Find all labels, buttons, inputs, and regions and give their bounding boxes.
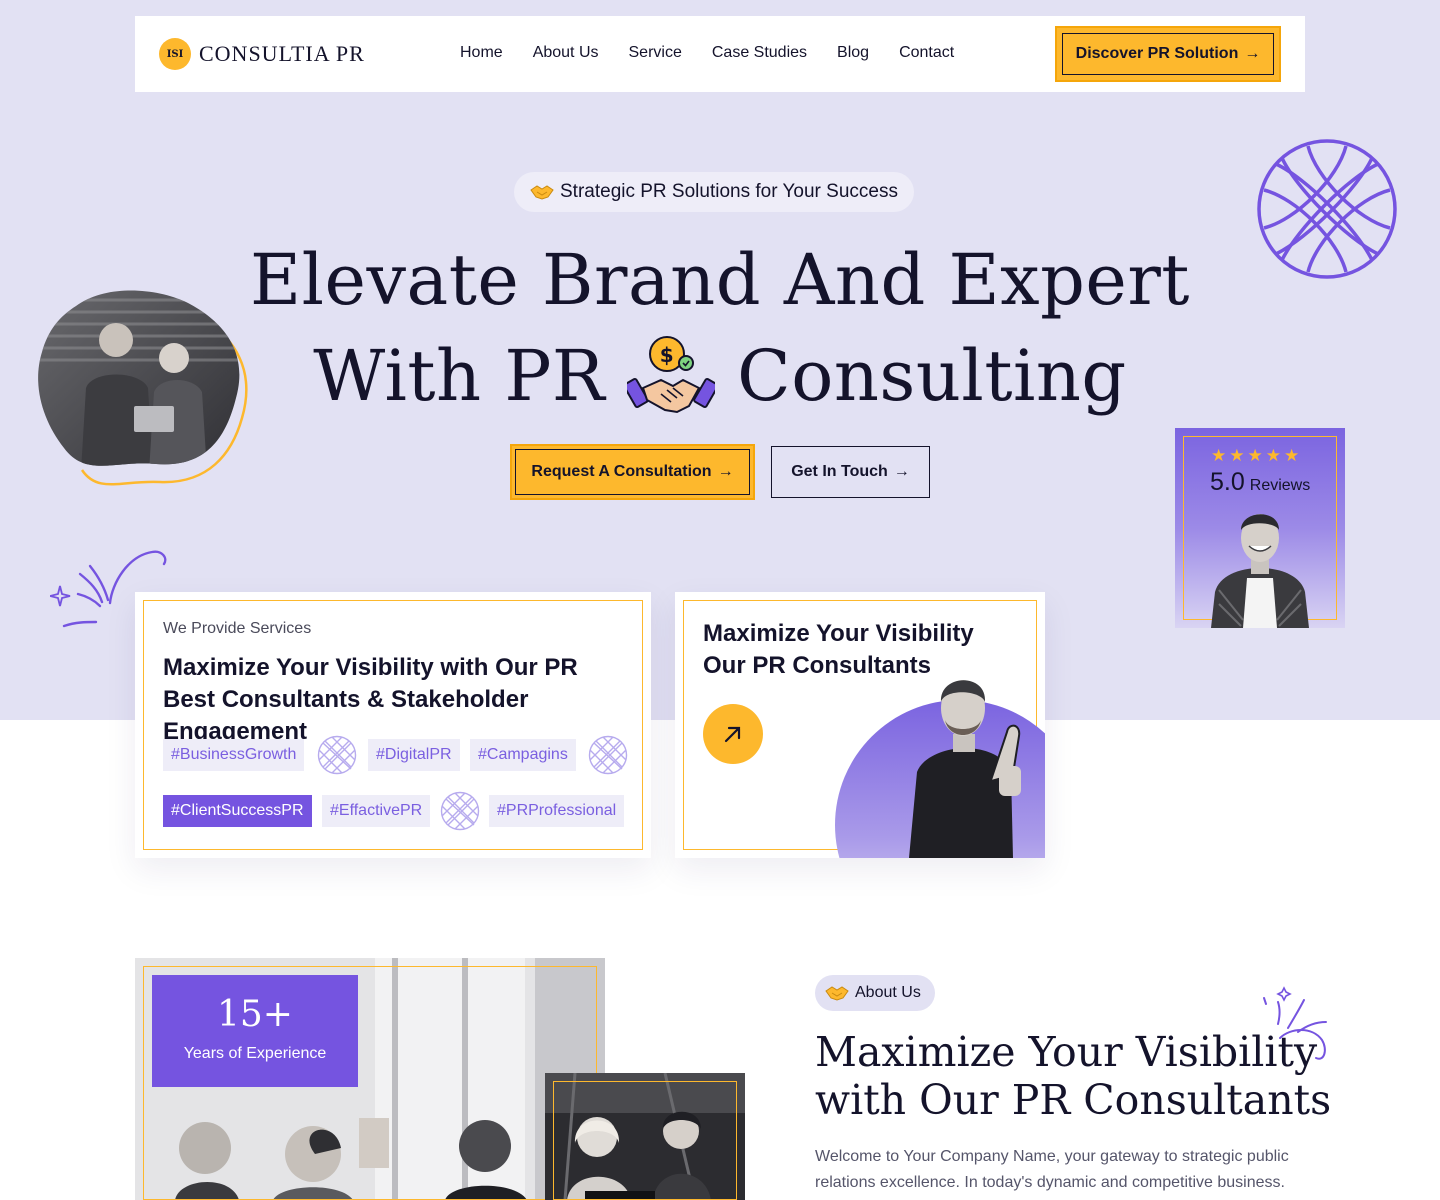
visibility-arrow-button[interactable] bbox=[703, 704, 763, 764]
experience-badge: 15+ Years of Experience bbox=[152, 975, 358, 1087]
hero-title-line1: Elevate Brand And Expert bbox=[250, 239, 1190, 321]
menu-item-contact[interactable]: Contact bbox=[899, 44, 954, 62]
request-consultation-label: Request A Consultation bbox=[531, 463, 712, 480]
about-description: Welcome to Your Company Name, your gatew… bbox=[815, 1148, 1289, 1191]
hero-title: Elevate Brand And Expert With PR $ Consu… bbox=[200, 232, 1240, 424]
services-kicker: We Provide Services bbox=[163, 620, 312, 637]
globe-pattern-icon bbox=[317, 735, 357, 775]
tag-campagins[interactable]: #Campagins bbox=[470, 739, 576, 771]
reviewer-photo bbox=[1211, 514, 1309, 628]
tag-digital-pr[interactable]: #DigitalPR bbox=[368, 739, 460, 771]
main-menu: Home About Us Service Case Studies Blog … bbox=[460, 44, 954, 62]
consultant-photo bbox=[909, 680, 1021, 858]
tag-effactive-pr[interactable]: #EffactivePR bbox=[322, 795, 431, 827]
dollar-handshake-icon: $ bbox=[627, 336, 716, 414]
get-in-touch-label: Get In Touch bbox=[791, 463, 888, 480]
hero-tag-text: Strategic PR Solutions for Your Success bbox=[560, 181, 898, 202]
services-title: Maximize Your Visibility with Our PR Bes… bbox=[163, 654, 578, 745]
brand-name: CONSULTIA PR bbox=[199, 41, 365, 66]
globe-pattern-icon bbox=[588, 735, 628, 775]
experience-years: 15+ bbox=[217, 994, 293, 1035]
menu-item-case-studies[interactable]: Case Studies bbox=[712, 44, 807, 62]
visibility-title: Maximize Your Visibility Our PR Consulta… bbox=[703, 620, 974, 679]
team-blob-photo bbox=[38, 290, 248, 486]
arrow-right-icon: → bbox=[717, 463, 734, 480]
review-card: ★★★★★ 5.0 Reviews bbox=[1175, 428, 1345, 628]
review-score-label: Reviews bbox=[1249, 477, 1311, 494]
menu-item-blog[interactable]: Blog bbox=[837, 44, 869, 62]
top-navigation: ISI CONSULTIA PR Home About Us Service C… bbox=[135, 16, 1305, 92]
review-score-value: 5.0 bbox=[1210, 468, 1245, 496]
menu-item-about[interactable]: About Us bbox=[533, 44, 599, 62]
request-consultation-button[interactable]: Request A Consultation → bbox=[510, 444, 755, 500]
review-score: 5.0 Reviews bbox=[1210, 468, 1310, 497]
handshake-icon bbox=[530, 185, 554, 200]
get-in-touch-button[interactable]: Get In Touch → bbox=[771, 446, 930, 498]
hero-title-line2: With PR $ Consulting bbox=[200, 328, 1240, 424]
about-us-pill: About Us bbox=[815, 975, 935, 1011]
arrow-right-icon: → bbox=[1244, 45, 1261, 62]
tag-pr-professional[interactable]: #PRProfessional bbox=[489, 795, 625, 827]
globe-pattern-icon bbox=[1257, 139, 1397, 279]
experience-label: Years of Experience bbox=[183, 1045, 327, 1062]
discover-pr-solution-label: Discover PR Solution bbox=[1075, 45, 1239, 62]
globe-pattern-icon bbox=[440, 791, 480, 831]
logo-mark-icon: ISI bbox=[159, 38, 191, 70]
services-card: We Provide Services Maximize Your Visibi… bbox=[135, 592, 651, 858]
about-us-pill-label: About Us bbox=[855, 984, 921, 1001]
colleagues-photo-frame bbox=[553, 1081, 737, 1200]
arrow-right-icon: → bbox=[893, 463, 910, 480]
hero-title-line2-end: Consulting bbox=[737, 335, 1127, 417]
tag-business-growth[interactable]: #BusinessGrowth bbox=[163, 739, 305, 771]
visibility-card: Maximize Your Visibility Our PR Consulta… bbox=[675, 592, 1045, 858]
hero-title-line2-start: With PR bbox=[313, 335, 606, 417]
star-rating-icon: ★★★★★ bbox=[1211, 446, 1303, 465]
menu-item-home[interactable]: Home bbox=[460, 44, 503, 62]
logo[interactable]: ISI CONSULTIA PR bbox=[159, 38, 365, 70]
tag-client-success-pr[interactable]: #ClientSuccessPR bbox=[163, 795, 312, 827]
arrow-up-right-icon bbox=[724, 726, 741, 743]
hero-tag-pill: Strategic PR Solutions for Your Success bbox=[514, 172, 914, 212]
svg-text:$: $ bbox=[660, 343, 674, 367]
sparkle-icon bbox=[1263, 986, 1327, 1060]
menu-item-service[interactable]: Service bbox=[629, 44, 682, 62]
discover-pr-solution-button[interactable]: Discover PR Solution → bbox=[1055, 26, 1281, 82]
handshake-icon bbox=[825, 986, 849, 1001]
